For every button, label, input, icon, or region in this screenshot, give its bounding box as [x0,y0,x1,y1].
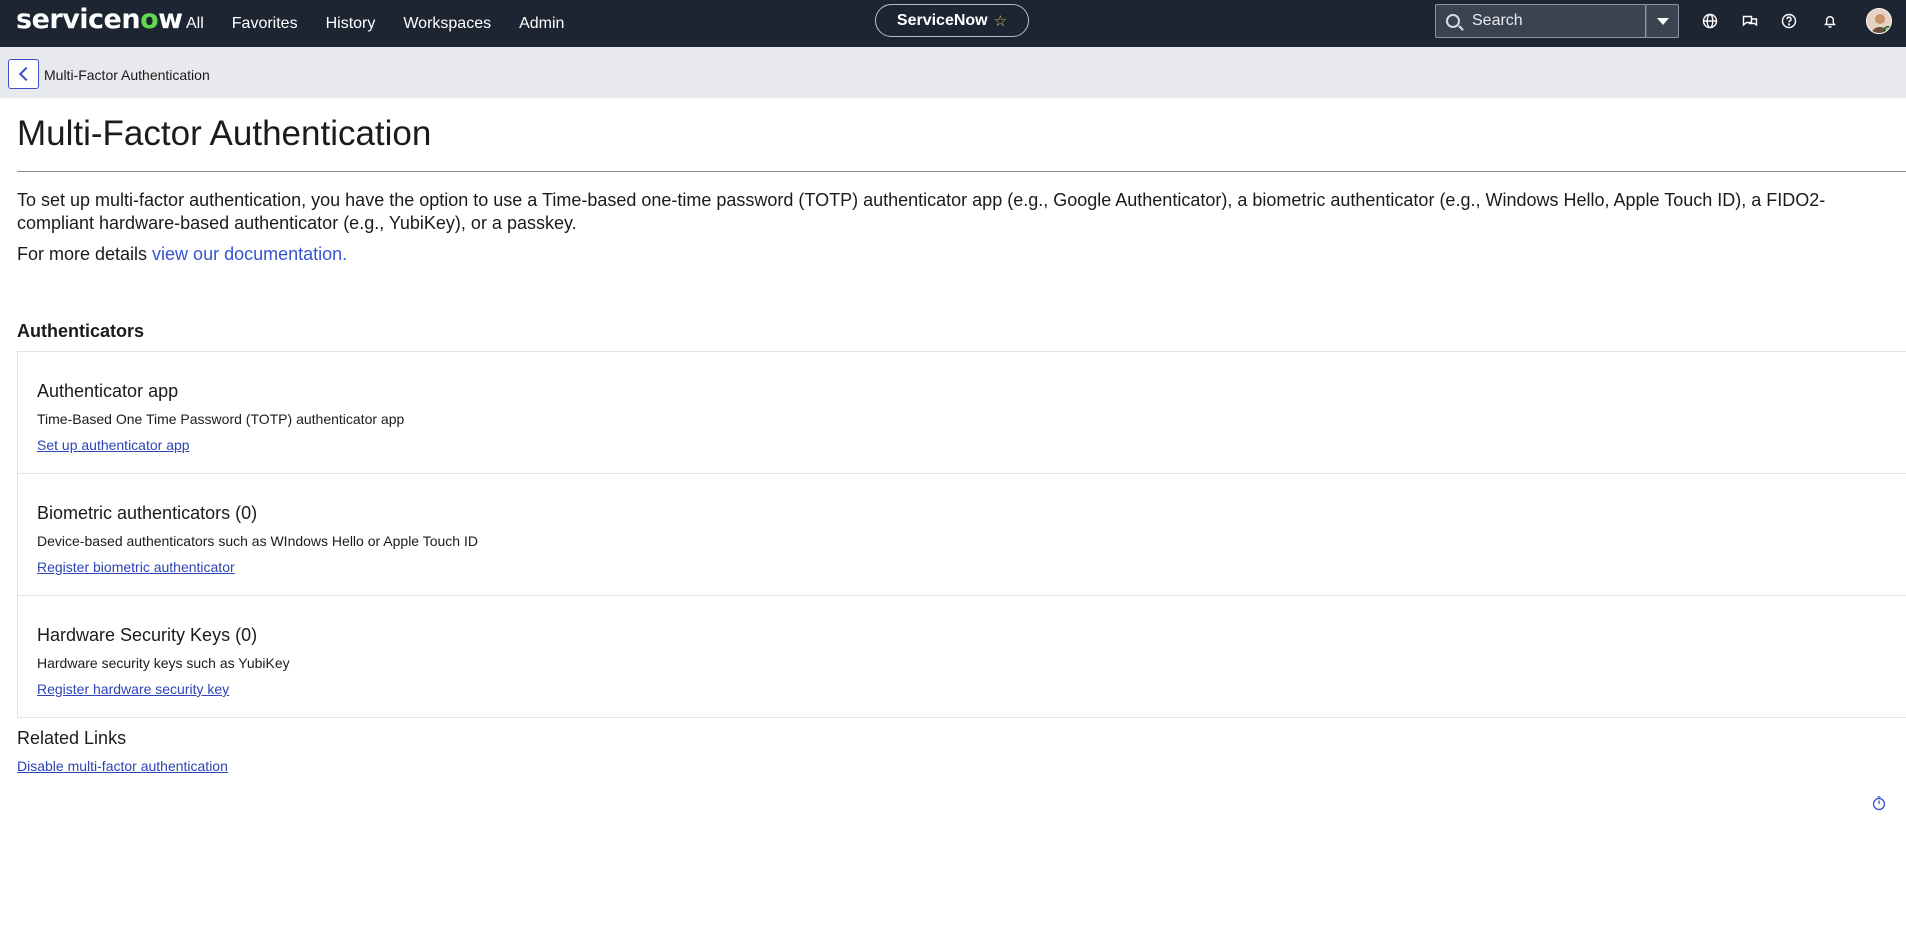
intro-paragraph: To set up multi-factor authentication, y… [17,190,1826,233]
chevron-down-icon [1656,17,1669,25]
menu-item-history[interactable]: History [326,15,376,33]
register-hardware-key-link[interactable]: Register hardware security key [37,681,229,697]
register-biometric-link[interactable]: Register biometric authenticator [37,559,235,575]
presence-status-dot [1884,26,1891,33]
user-avatar[interactable] [1866,8,1892,34]
bell-icon[interactable] [1820,11,1840,31]
top-navigation-bar: servicenow All Favorites History Workspa… [0,0,1906,47]
back-button[interactable] [8,59,39,89]
card-description: Hardware security keys such as YubiKey [37,655,290,671]
documentation-link[interactable]: view our documentation. [152,244,347,264]
menu-item-workspaces[interactable]: Workspaces [403,15,491,33]
globe-icon[interactable] [1700,11,1720,31]
help-icon[interactable] [1779,11,1799,31]
chevron-left-icon [18,66,33,82]
page-subheader: Multi-Factor Authentication [0,47,1906,98]
logo-text-o: o [140,4,159,35]
related-links-heading: Related Links [17,728,127,748]
search-icon [1446,14,1460,28]
menu-item-admin[interactable]: Admin [519,15,564,33]
logo-text: servicen [16,4,141,35]
menu-item-favorites[interactable]: Favorites [232,15,298,33]
context-pill-button[interactable]: ServiceNow ☆ [875,4,1029,37]
page-title: Multi-Factor Authentication [17,114,432,153]
menu-item-all[interactable]: All [186,15,204,33]
title-divider [17,171,1906,172]
authenticators-heading: Authenticators [17,321,145,341]
timer-icon[interactable] [1871,795,1887,811]
authenticator-app-card: Authenticator app Time-Based One Time Pa… [17,351,1906,474]
search-placeholder: Search [1472,12,1523,29]
more-details-text: For more details view our documentation. [17,244,347,265]
subheader-title: Multi-Factor Authentication [44,67,210,83]
setup-authenticator-app-link[interactable]: Set up authenticator app [37,437,190,453]
card-title: Biometric authenticators (0) [37,503,258,523]
chat-icon[interactable] [1740,11,1760,31]
search-scope-dropdown[interactable] [1646,4,1679,38]
servicenow-logo[interactable]: servicenow [16,4,183,35]
global-search-input[interactable]: Search [1435,4,1646,38]
main-menu: All Favorites History Workspaces Admin [186,0,592,47]
card-title: Hardware Security Keys (0) [37,625,258,645]
more-details-prefix: For more details [17,244,153,264]
card-title: Authenticator app [37,381,179,401]
hardware-security-keys-card: Hardware Security Keys (0) Hardware secu… [17,595,1906,718]
disable-mfa-link[interactable]: Disable multi-factor authentication [17,758,228,774]
card-description: Device-based authenticators such as WInd… [37,533,478,549]
context-pill-label: ServiceNow [896,11,988,29]
biometric-authenticators-card: Biometric authenticators (0) Device-base… [17,473,1906,596]
card-description: Time-Based One Time Password (TOTP) auth… [37,411,405,427]
logo-text-end: w [158,4,183,35]
star-icon[interactable]: ☆ [994,12,1007,30]
